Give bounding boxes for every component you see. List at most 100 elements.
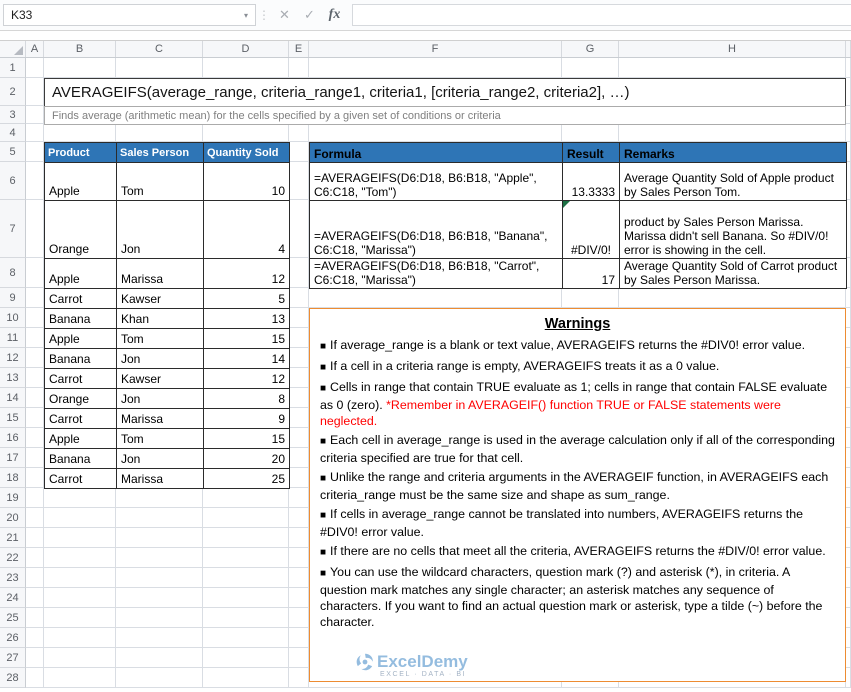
grid-cell[interactable] <box>26 628 44 648</box>
grid-cell[interactable] <box>26 588 44 608</box>
grid-cell[interactable] <box>26 124 44 142</box>
grid-cell[interactable] <box>26 608 44 628</box>
insert-function-icon[interactable]: fx <box>322 7 347 23</box>
grid-cell[interactable] <box>26 328 44 348</box>
grid-cell[interactable] <box>846 648 851 668</box>
grid-cell[interactable] <box>203 668 289 688</box>
cell-qty[interactable]: 14 <box>204 349 290 369</box>
grid-cell[interactable] <box>289 508 309 528</box>
row-header-24[interactable]: 24 <box>0 588 26 608</box>
grid-cell[interactable] <box>203 628 289 648</box>
cell-qty[interactable]: 15 <box>204 329 290 349</box>
cell-person[interactable]: Jon <box>117 201 204 259</box>
cell-product[interactable]: Carrot <box>45 369 117 389</box>
cell-person[interactable]: Khan <box>117 309 204 329</box>
cell-qty[interactable]: 13 <box>204 309 290 329</box>
column-header-G[interactable]: G <box>562 41 619 57</box>
grid-cell[interactable] <box>289 628 309 648</box>
grid-cell[interactable] <box>26 548 44 568</box>
grid-cell[interactable] <box>289 648 309 668</box>
grid-cell[interactable] <box>116 648 203 668</box>
grid-cell[interactable] <box>846 106 851 124</box>
grid-cell[interactable] <box>116 488 203 508</box>
grid-cell[interactable] <box>289 288 309 308</box>
grid-cell[interactable] <box>44 488 116 508</box>
column-header-E[interactable]: E <box>289 41 309 57</box>
row-header-18[interactable]: 18 <box>0 468 26 488</box>
cell-qty[interactable]: 15 <box>204 429 290 449</box>
cell-qty[interactable]: 20 <box>204 449 290 469</box>
grid-cell[interactable] <box>44 608 116 628</box>
grid-cell[interactable] <box>846 568 851 588</box>
grid-cell[interactable] <box>289 468 309 488</box>
cell-qty[interactable]: 9 <box>204 409 290 429</box>
column-header-C[interactable]: C <box>116 41 203 57</box>
grid-cell[interactable] <box>289 608 309 628</box>
row-header-14[interactable]: 14 <box>0 388 26 408</box>
formula-bar-splitter-icon[interactable]: ⋮ <box>256 8 272 22</box>
grid-cell[interactable] <box>26 528 44 548</box>
grid-cell[interactable] <box>289 548 309 568</box>
grid-cell[interactable] <box>26 388 44 408</box>
grid-cell[interactable] <box>289 408 309 428</box>
name-box[interactable]: K33 ▾ <box>3 4 256 26</box>
row-header-27[interactable]: 27 <box>0 648 26 668</box>
grid-cell[interactable] <box>846 388 851 408</box>
cell-person[interactable]: Jon <box>117 349 204 369</box>
grid-cell[interactable] <box>289 348 309 368</box>
grid-cell[interactable] <box>562 124 619 142</box>
grid-cell[interactable] <box>26 448 44 468</box>
grid-cell[interactable] <box>846 528 851 548</box>
row-header-5[interactable]: 5 <box>0 142 26 162</box>
grid-cell[interactable] <box>846 328 851 348</box>
grid-cell[interactable] <box>116 628 203 648</box>
grid-cell[interactable] <box>289 258 309 288</box>
grid-cell[interactable] <box>289 668 309 688</box>
grid-cell[interactable] <box>846 308 851 328</box>
cell-product[interactable]: Apple <box>45 163 117 201</box>
grid-cell[interactable] <box>289 162 309 200</box>
cell-person[interactable]: Marissa <box>117 259 204 289</box>
grid-cell[interactable] <box>846 348 851 368</box>
grid-cell[interactable] <box>289 428 309 448</box>
cell-qty[interactable]: 25 <box>204 469 290 489</box>
grid-cell[interactable] <box>203 58 289 78</box>
row-header-11[interactable]: 11 <box>0 328 26 348</box>
grid-cell[interactable] <box>289 368 309 388</box>
cell-person[interactable]: Marissa <box>117 409 204 429</box>
cell-product[interactable]: Banana <box>45 449 117 469</box>
row-header-26[interactable]: 26 <box>0 628 26 648</box>
grid-cell[interactable] <box>846 288 851 308</box>
grid-cell[interactable] <box>44 508 116 528</box>
grid-cell[interactable] <box>116 58 203 78</box>
grid-cell[interactable] <box>619 58 846 78</box>
grid-cell[interactable] <box>116 548 203 568</box>
grid-cell[interactable] <box>203 548 289 568</box>
cell-qty[interactable]: 5 <box>204 289 290 309</box>
row-header-13[interactable]: 13 <box>0 368 26 388</box>
row-header-17[interactable]: 17 <box>0 448 26 468</box>
row-header-8[interactable]: 8 <box>0 258 26 288</box>
cell-formula[interactable]: =AVERAGEIFS(D6:D18, B6:B18, "Carrot", C6… <box>310 259 563 289</box>
grid-cell[interactable] <box>846 608 851 628</box>
grid-cell[interactable] <box>26 106 44 124</box>
grid-cell[interactable] <box>203 588 289 608</box>
grid-cell[interactable] <box>289 488 309 508</box>
grid-cell[interactable] <box>203 608 289 628</box>
grid-cell[interactable] <box>289 588 309 608</box>
formula-input[interactable] <box>352 4 851 26</box>
cell-person[interactable]: Marissa <box>117 469 204 489</box>
grid-cell[interactable] <box>44 548 116 568</box>
grid-cell[interactable] <box>846 78 851 106</box>
grid-cell[interactable] <box>562 288 619 308</box>
cell-product[interactable]: Apple <box>45 329 117 349</box>
grid-cell[interactable] <box>203 648 289 668</box>
row-header-7[interactable]: 7 <box>0 200 26 258</box>
row-header-16[interactable]: 16 <box>0 428 26 448</box>
grid-cell[interactable] <box>203 508 289 528</box>
grid-cell[interactable] <box>203 568 289 588</box>
chevron-down-icon[interactable]: ▾ <box>244 11 248 20</box>
row-header-6[interactable]: 6 <box>0 162 26 200</box>
cell-qty[interactable]: 10 <box>204 163 290 201</box>
cancel-icon[interactable]: ✕ <box>272 7 297 23</box>
